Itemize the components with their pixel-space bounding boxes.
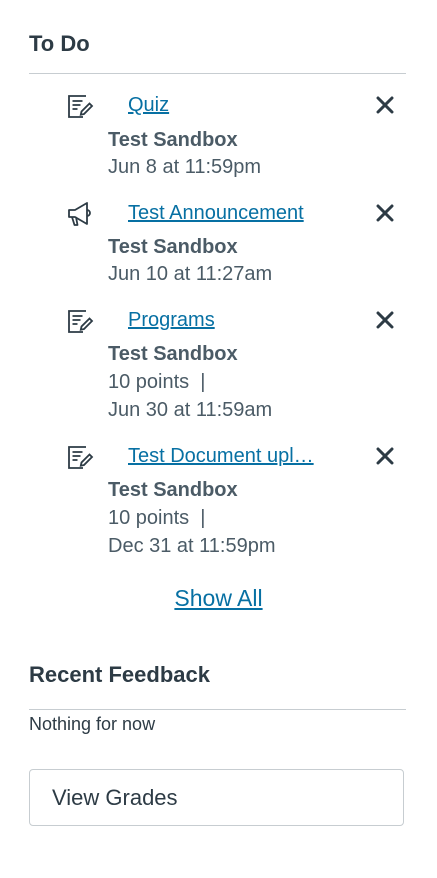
todo-item-course: Test Sandbox xyxy=(108,479,238,501)
feedback-empty-text: Nothing for now xyxy=(29,714,156,734)
todo-divider xyxy=(29,73,406,74)
todo-item-link[interactable]: Test Announcement xyxy=(128,200,338,226)
view-grades-button[interactable]: View Grades xyxy=(29,769,404,826)
todo-item-due: Dec 31 at 11:59pm xyxy=(108,535,276,557)
recent-feedback-title: Recent Feedback xyxy=(29,662,210,687)
todo-item-course: Test Sandbox xyxy=(108,129,238,151)
assignment-icon xyxy=(66,92,94,120)
dismiss-icon[interactable] xyxy=(373,444,397,468)
todo-item-course: Test Sandbox xyxy=(108,343,238,365)
show-all-link[interactable]: Show All xyxy=(0,584,437,612)
todo-item-course: Test Sandbox xyxy=(108,236,238,258)
dismiss-icon[interactable] xyxy=(373,201,397,225)
feedback-divider xyxy=(29,709,406,710)
todo-item-due: Jun 10 at 11:27am xyxy=(108,263,273,285)
todo-title: To Do xyxy=(29,31,90,56)
todo-item-points: 10 points | xyxy=(108,371,206,393)
todo-item-due: Jun 30 at 11:59am xyxy=(108,399,273,421)
todo-item-due: Jun 8 at 11:59pm xyxy=(108,156,262,178)
todo-item-points: 10 points | xyxy=(108,507,206,529)
dismiss-icon[interactable] xyxy=(373,308,397,332)
todo-item-link[interactable]: Quiz xyxy=(128,92,338,118)
todo-item-link[interactable]: Test Document upl… xyxy=(128,443,338,469)
todo-item-link[interactable]: Programs xyxy=(128,307,338,333)
dismiss-icon[interactable] xyxy=(373,93,397,117)
assignment-icon xyxy=(66,307,94,335)
announcement-icon xyxy=(66,200,94,228)
assignment-icon xyxy=(66,443,94,471)
